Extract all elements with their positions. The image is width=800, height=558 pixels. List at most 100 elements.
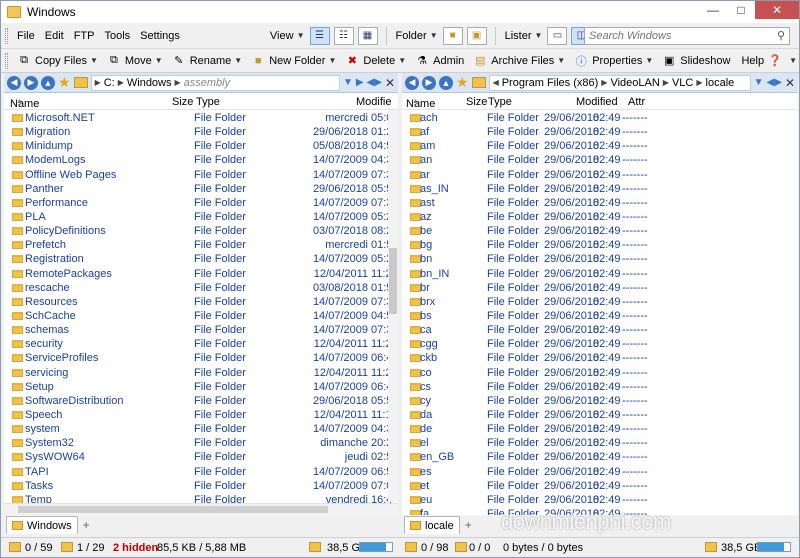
delete-button[interactable]: ✖ Delete ▼ (340, 50, 410, 72)
toolbar-grip[interactable] (5, 27, 8, 44)
table-row[interactable]: system File Folder 14/07/2009 04:3 (4, 422, 398, 436)
table-row[interactable]: ar File Folder 29/06/2018 02:49 ------- (402, 168, 798, 182)
table-row[interactable]: co File Folder 29/06/2018 02:49 ------- (402, 366, 798, 380)
left-horizontal-scrollbar[interactable] (4, 503, 398, 515)
table-row[interactable]: br File Folder 29/06/2018 02:49 ------- (402, 281, 798, 295)
table-row[interactable]: brx File Folder 29/06/2018 02:49 ------- (402, 295, 798, 309)
table-row[interactable]: cgg File Folder 29/06/2018 02:49 ------- (402, 337, 798, 351)
admin-button[interactable]: ⚗ Admin (410, 50, 468, 72)
table-row[interactable]: af File Folder 29/06/2018 02:49 ------- (402, 125, 798, 139)
table-row[interactable]: Registration File Folder 14/07/2009 05:2 (4, 252, 398, 266)
col-modified[interactable]: Modifie (356, 96, 391, 108)
table-row[interactable]: RemotePackages File Folder 12/04/2011 11:2 (4, 267, 398, 281)
col-size[interactable]: Size (466, 96, 487, 108)
table-row[interactable]: eu File Folder 29/06/2018 02:49 ------- (402, 493, 798, 507)
table-row[interactable]: el File Folder 29/06/2018 02:49 ------- (402, 436, 798, 450)
col-modified[interactable]: Modified (576, 96, 618, 108)
archive-files-button[interactable]: ▤ Archive Files ▼ (468, 50, 569, 72)
table-row[interactable]: bs File Folder 29/06/2018 02:49 ------- (402, 309, 798, 323)
table-row[interactable]: security File Folder 12/04/2011 11:2 (4, 337, 398, 351)
table-row[interactable]: cy File Folder 29/06/2018 02:49 ------- (402, 394, 798, 408)
table-row[interactable]: ast File Folder 29/06/2018 02:49 ------- (402, 196, 798, 210)
lister-menu-button[interactable]: Lister ▼ (502, 30, 546, 42)
single-pane-icon[interactable]: ▭ (547, 26, 568, 45)
menu-ftp[interactable]: FTP (69, 30, 100, 42)
table-row[interactable]: de File Folder 29/06/2018 02:49 ------- (402, 422, 798, 436)
table-row[interactable]: an File Folder 29/06/2018 02:49 ------- (402, 153, 798, 167)
forward-arrow-icon[interactable]: ▶ (422, 75, 436, 90)
up-arrow-icon[interactable]: ▲ (41, 75, 55, 90)
move-button[interactable]: ⧉ Move ▼ (102, 50, 167, 72)
table-row[interactable]: ca File Folder 29/06/2018 02:49 ------- (402, 323, 798, 337)
col-type[interactable]: Type (196, 96, 220, 108)
table-row[interactable]: Microsoft.NET File Folder mercredi 05:0 (4, 111, 398, 125)
close-pane-icon[interactable]: ✕ (785, 76, 795, 90)
view-menu-button[interactable]: View ▼ (267, 30, 308, 42)
folder-options-icon[interactable]: ▣ (466, 26, 487, 45)
left-vertical-scrollbar[interactable] (388, 110, 398, 502)
toolbar-grip[interactable] (5, 52, 8, 69)
swap-icon[interactable]: ◀▶ (767, 77, 782, 88)
table-row[interactable]: az File Folder 29/06/2018 02:49 ------- (402, 210, 798, 224)
search-input[interactable] (589, 30, 769, 42)
rename-button[interactable]: ✎ Rename ▼ (167, 50, 247, 72)
sync-icon[interactable]: ▶ (356, 77, 364, 88)
table-row[interactable]: Minidump File Folder 05/08/2018 04:5 (4, 139, 398, 153)
table-row[interactable]: Speech File Folder 12/04/2011 11:1 (4, 408, 398, 422)
table-row[interactable]: ckb File Folder 29/06/2018 02:49 ------- (402, 351, 798, 365)
table-row[interactable]: Tasks File Folder 14/07/2009 07:0 (4, 479, 398, 493)
slideshow-button[interactable]: ▣ Slideshow (657, 50, 734, 72)
table-row[interactable]: SysWOW64 File Folder jeudi 02:5 (4, 450, 398, 464)
details-view-icon[interactable]: ☰ (309, 26, 330, 45)
search-box[interactable]: ⚲ (584, 27, 790, 45)
favorites-star-icon[interactable]: ★ (58, 74, 71, 91)
table-row[interactable]: be File Folder 29/06/2018 02:49 ------- (402, 224, 798, 238)
help-button[interactable]: Help ❓ ▼ (737, 50, 799, 72)
table-row[interactable]: PolicyDefinitions File Folder 03/07/2018 08… (4, 224, 398, 238)
table-row[interactable]: Migration File Folder 29/06/2018 01:2 (4, 125, 398, 139)
minimize-button[interactable]: — (699, 1, 727, 19)
menu-edit[interactable]: Edit (40, 30, 69, 42)
table-row[interactable]: as_IN File Folder 29/06/2018 02:49 ------- (402, 182, 798, 196)
table-row[interactable]: Offline Web Pages File Folder 14/07/2009 07… (4, 168, 398, 182)
table-row[interactable]: Setup File Folder 14/07/2009 06:4 (4, 380, 398, 394)
maximize-button[interactable]: □ (727, 1, 755, 19)
table-row[interactable]: Resources File Folder 14/07/2009 07:3 (4, 295, 398, 309)
left-breadcrumb[interactable]: ▶ C: ▶ Windows ▶ assembly (90, 74, 340, 91)
menu-file[interactable]: File (12, 30, 40, 42)
table-row[interactable]: ach File Folder 29/06/2018 02:49 ------- (402, 111, 798, 125)
list-view-icon[interactable]: ☷ (333, 26, 354, 45)
table-row[interactable]: bg File Folder 29/06/2018 02:49 ------- (402, 238, 798, 252)
table-row[interactable]: en_GB File Folder 29/06/2018 02:49 ------- (402, 450, 798, 464)
tab-windows[interactable]: Windows (6, 516, 78, 534)
table-row[interactable]: SchCache File Folder 14/07/2009 04:5 (4, 309, 398, 323)
properties-button[interactable]: ⓘ Properties ▼ (569, 50, 657, 72)
table-row[interactable]: SoftwareDistribution File Folder 29/06/201… (4, 394, 398, 408)
col-attr[interactable]: Attr (628, 96, 645, 108)
swap-icon[interactable]: ◀▶ (367, 77, 382, 88)
table-row[interactable]: Prefetch File Folder mercredi 01:5 (4, 238, 398, 252)
table-row[interactable]: Performance File Folder 14/07/2009 07:3 (4, 196, 398, 210)
menu-tools[interactable]: Tools (99, 30, 135, 42)
table-row[interactable]: System32 File Folder dimanche 20:2 (4, 436, 398, 450)
up-arrow-icon[interactable]: ▲ (439, 75, 453, 90)
back-arrow-icon[interactable]: ◀ (7, 75, 21, 90)
folder-tree-icon[interactable]: ■ (442, 26, 463, 45)
table-row[interactable]: am File Folder 29/06/2018 02:49 ------- (402, 139, 798, 153)
tab-locale[interactable]: locale (404, 516, 460, 534)
menu-settings[interactable]: Settings (135, 30, 185, 42)
table-row[interactable]: rescache File Folder 03/08/2018 01:5 (4, 281, 398, 295)
table-row[interactable]: et File Folder 29/06/2018 02:49 ------- (402, 479, 798, 493)
folder-menu-button[interactable]: Folder ▼ (393, 30, 441, 42)
add-tab-icon[interactable]: + (83, 518, 90, 532)
favorites-star-icon[interactable]: ★ (456, 74, 469, 91)
table-row[interactable]: bn File Folder 29/06/2018 02:49 ------- (402, 252, 798, 266)
add-tab-icon[interactable]: + (465, 518, 472, 532)
thumbnail-view-icon[interactable]: ▦ (357, 26, 378, 45)
table-row[interactable]: cs File Folder 29/06/2018 02:49 ------- (402, 380, 798, 394)
search-icon[interactable]: ⚲ (777, 29, 785, 42)
table-row[interactable]: schemas File Folder 14/07/2009 07:3 (4, 323, 398, 337)
table-row[interactable]: ModemLogs File Folder 14/07/2009 04:3 (4, 153, 398, 167)
hidden-count[interactable]: 2 hidden (113, 542, 158, 554)
close-button[interactable]: ✕ (755, 1, 799, 19)
